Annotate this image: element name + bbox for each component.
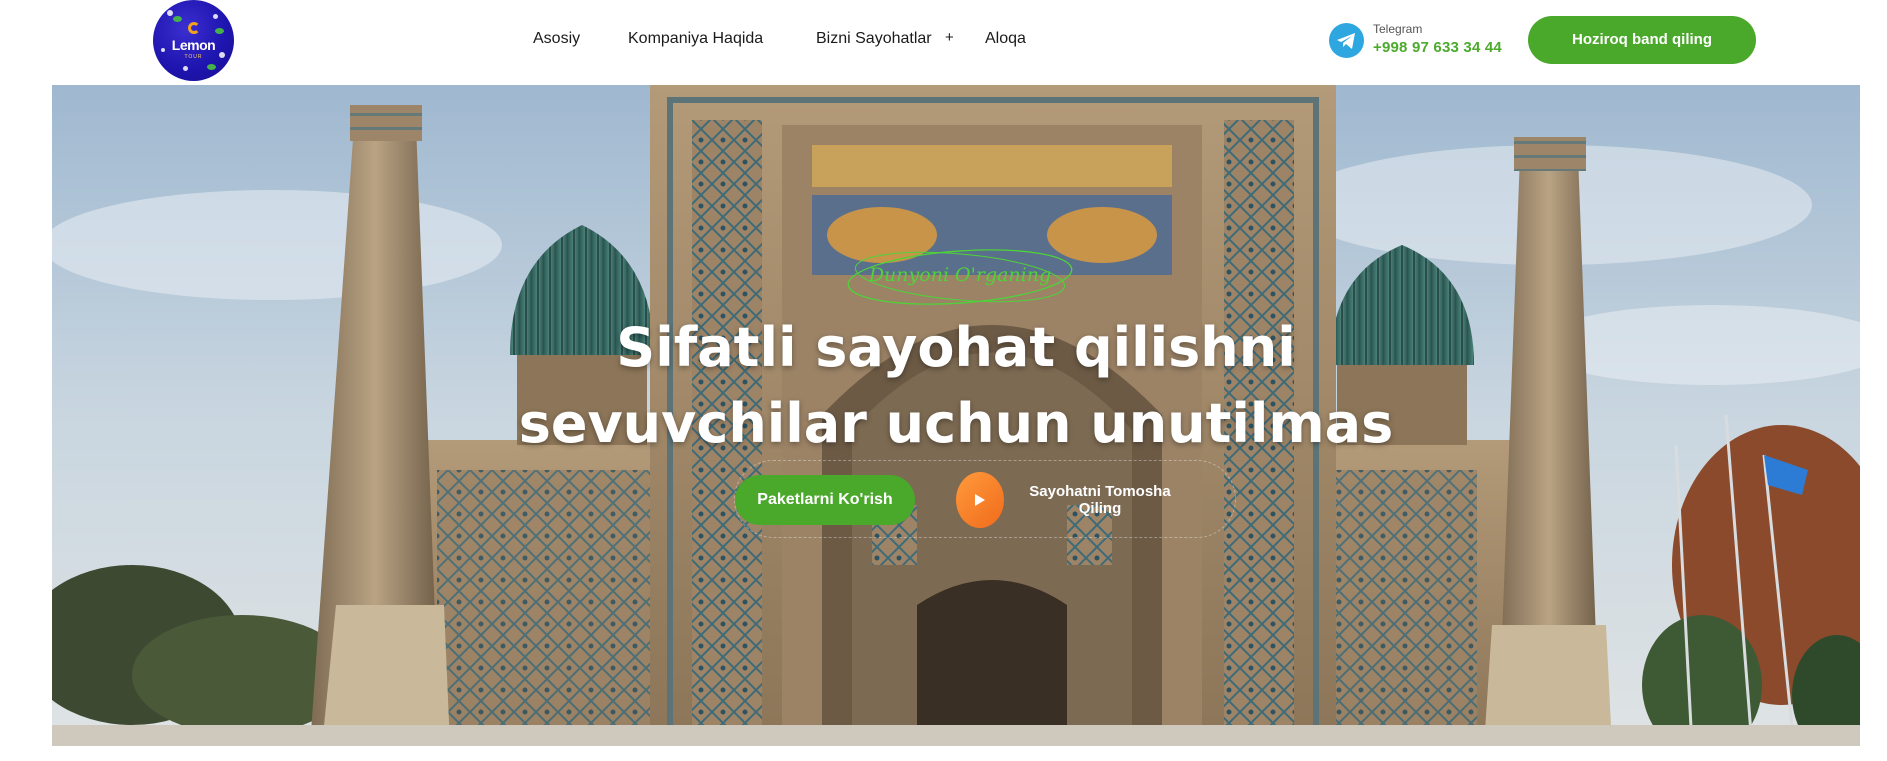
play-icon: [975, 494, 985, 506]
logo[interactable]: Lemon TOUR: [153, 0, 234, 81]
site-header: Lemon TOUR Asosiy Kompaniya Haqida Bizni…: [0, 0, 1887, 85]
headline-line-2: sevuvchilar uchun unutilmas: [518, 392, 1394, 455]
nav-item-aloqa[interactable]: Aloqa: [985, 30, 1026, 48]
logo-text: Lemon: [171, 37, 216, 53]
view-packages-button[interactable]: Paketlarni Ko'rish: [735, 475, 915, 525]
leaf-decoration: [207, 64, 216, 70]
book-now-button[interactable]: Hoziroq band qiling: [1528, 16, 1756, 64]
sparkle-decoration: [183, 66, 188, 71]
logo-subtext: TOUR: [184, 54, 203, 60]
telegram-icon[interactable]: [1329, 23, 1364, 58]
nav-item-asosiy[interactable]: Asosiy: [533, 30, 580, 48]
hero-section: Dunyoni O'rganing Sifatli sayohat qilish…: [52, 85, 1860, 746]
watch-tour-link[interactable]: Sayohatni Tomosha Qiling: [1016, 483, 1184, 517]
nav-item-kompaniya-haqida[interactable]: Kompaniya Haqida: [628, 30, 763, 48]
leaf-decoration: [173, 16, 182, 22]
play-video-button[interactable]: [956, 472, 1004, 528]
nav-item-bizni-sayohatlar[interactable]: Bizni Sayohatlar: [816, 30, 932, 48]
hero-headline: Sifatli sayohat qilishni sevuvchilar uch…: [412, 310, 1500, 462]
leaf-decoration: [215, 28, 224, 34]
lemon-icon: [188, 22, 200, 34]
sparkle-decoration: [213, 14, 218, 19]
eyebrow-text: Dunyoni O'rganing: [868, 264, 1052, 286]
plus-icon[interactable]: +: [945, 29, 954, 46]
telegram-label: Telegram: [1373, 22, 1423, 36]
headline-line-1: Sifatli sayohat qilishni: [616, 316, 1296, 379]
sparkle-decoration: [167, 10, 173, 16]
eyebrow-badge: Dunyoni O'rganing: [840, 242, 1080, 312]
telegram-phone[interactable]: +998 97 633 34 44: [1373, 39, 1502, 56]
